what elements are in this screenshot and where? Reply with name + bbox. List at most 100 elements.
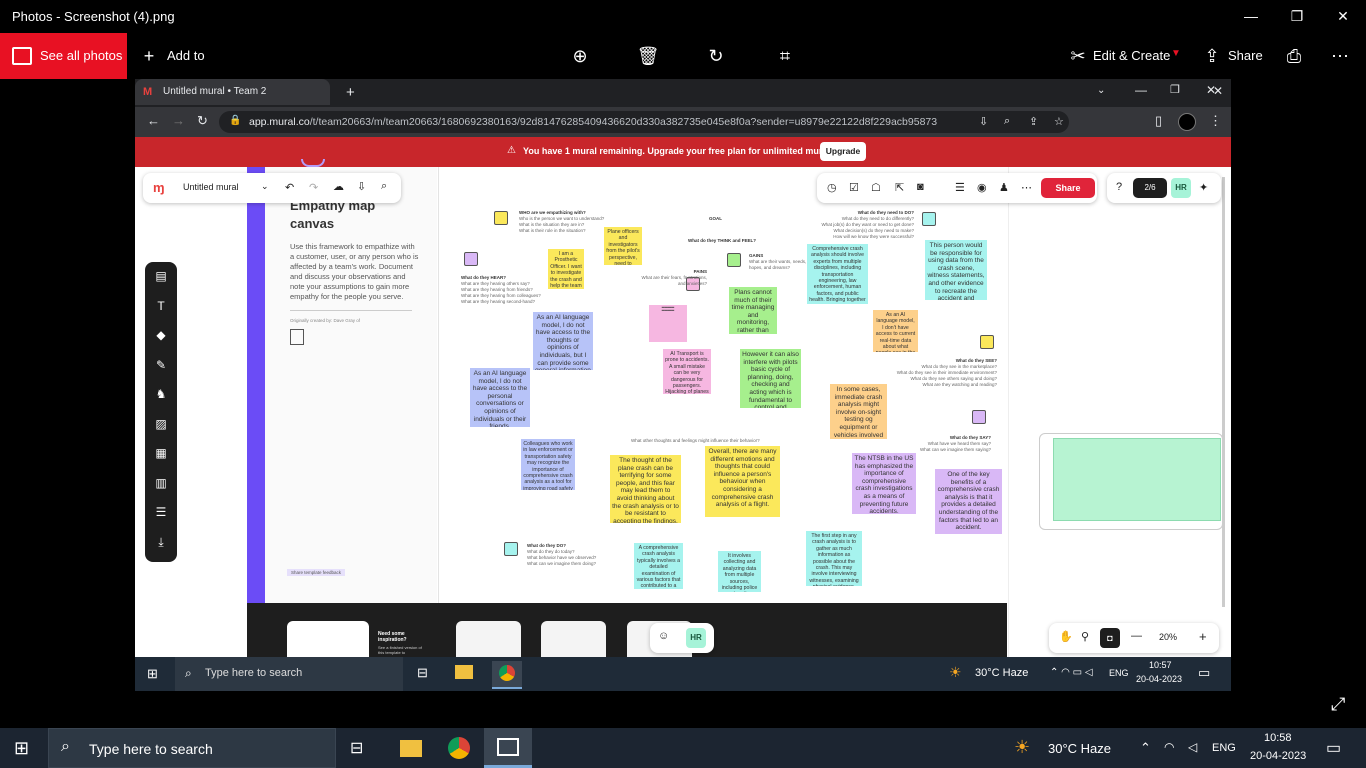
view-mode-icon[interactable]: ◘ xyxy=(1100,628,1120,648)
sticky-note[interactable]: In some cases, immediate crash analysis … xyxy=(830,384,887,439)
taskbar-time[interactable]: 10:58 xyxy=(1264,732,1292,744)
sticky-note[interactable]: Comprehensive crash analysis should invo… xyxy=(807,244,868,304)
print-icon[interactable]: ⎙ xyxy=(1282,44,1306,68)
close-button[interactable]: ✕ xyxy=(1320,0,1366,33)
minimap[interactable] xyxy=(1039,433,1223,530)
sticky-note[interactable]: Colleagues who work in law enforcement o… xyxy=(521,439,575,490)
templates-tool-icon[interactable]: ▥ xyxy=(145,469,177,499)
avatar[interactable]: HR xyxy=(1171,178,1191,198)
share-button[interactable]: Share xyxy=(1228,48,1263,63)
sticky-note[interactable]: As an AI language model, I do not have a… xyxy=(533,312,593,370)
task-view-icon[interactable]: ⊟ xyxy=(350,738,363,758)
sticky-note[interactable]: Overall, there are many different emotio… xyxy=(705,446,780,517)
upload-tool-icon[interactable]: ⤓ xyxy=(145,528,177,558)
sticky-note[interactable]: The NTSB in the US has emphasized the im… xyxy=(852,453,916,514)
upgrade-button[interactable]: Upgrade xyxy=(820,142,866,161)
sticky-note-tool-icon[interactable]: ▤ xyxy=(145,262,177,292)
photos-taskbar-button[interactable] xyxy=(484,728,532,768)
edit-create-icon[interactable]: ✂ xyxy=(1066,44,1090,68)
network-icon[interactable]: ◠ xyxy=(1164,740,1174,754)
comments-icon[interactable]: ◉ xyxy=(977,181,987,194)
activity-icon[interactable]: ◙ xyxy=(917,181,924,193)
rotate-icon[interactable]: ↻ xyxy=(704,44,728,68)
share-button[interactable]: Share xyxy=(1041,178,1095,198)
search-icon[interactable]: ⌕ xyxy=(381,180,387,193)
sticky-note[interactable]: One of the key benefits of a comprehensi… xyxy=(935,469,1002,534)
timer-icon[interactable]: ◷ xyxy=(827,181,837,194)
sticky-note[interactable]: The first step in any crash analysis is … xyxy=(806,531,862,586)
crop-icon[interactable]: ⌗ xyxy=(773,44,797,68)
mural-name[interactable]: Untitled mural xyxy=(183,182,239,192)
taskbar-lang[interactable]: ENG xyxy=(1212,742,1236,754)
sticky-note[interactable]: It involves collecting and analyzing dat… xyxy=(718,551,761,592)
select-icon[interactable]: ⚲ xyxy=(1081,630,1089,643)
sticky-note[interactable]: AI Transport is prone to accidents. A sm… xyxy=(663,349,711,394)
chevron-down-icon[interactable]: ▼ xyxy=(1171,48,1181,59)
bookmark-star-icon[interactable]: ☆ xyxy=(1054,115,1064,128)
draw-tool-icon[interactable]: ✎ xyxy=(145,351,177,381)
shapes-tool-icon[interactable]: ◆ xyxy=(145,321,177,351)
frameworks-tool-icon[interactable]: ▦ xyxy=(145,439,177,469)
windows-start-icon[interactable]: ⊞ xyxy=(14,738,29,759)
chevron-down-icon[interactable]: ⌄ xyxy=(261,181,269,192)
see-all-photos-button[interactable]: See all photos xyxy=(0,33,127,79)
minimap-viewport[interactable] xyxy=(1053,438,1221,521)
laser-pointer-icon[interactable]: ⇱ xyxy=(895,181,904,194)
private-mode-icon[interactable]: ☖ xyxy=(871,181,881,194)
tab-search-icon[interactable]: ⌄ xyxy=(1097,85,1105,96)
sticky-note[interactable]: The thought of the plane crash can be te… xyxy=(610,455,681,523)
emoji-icon[interactable]: ☺ xyxy=(658,630,669,642)
participants-counter[interactable]: 2/6 xyxy=(1133,178,1167,198)
maximize-button[interactable]: ❐ xyxy=(1274,0,1320,33)
cloud-icon[interactable]: ☁ xyxy=(333,180,344,193)
browser-close-icon[interactable]: ✕ xyxy=(1206,83,1216,97)
browser-restore-icon[interactable]: ❐ xyxy=(1170,83,1180,96)
zoom-out-icon[interactable]: — xyxy=(1131,630,1142,642)
browser-tab[interactable]: M Untitled mural • Team 2 ✕ xyxy=(135,79,1223,105)
outline-icon[interactable]: ☰ xyxy=(955,181,965,194)
reload-icon[interactable]: ↻ xyxy=(197,113,208,129)
sticky-note[interactable]: I am a Prosthetic Officer. I want to inv… xyxy=(548,249,584,289)
weather-icon[interactable]: ☀ xyxy=(1014,737,1030,758)
share-template-feedback[interactable]: Share template feedback xyxy=(287,569,346,576)
sidepanel-icon[interactable]: ▯ xyxy=(1155,113,1162,129)
sticky-note[interactable]: Plane officers and investigators from th… xyxy=(604,227,642,265)
mural-workspace[interactable]: Empathy map canvas Use this framework to… xyxy=(135,159,1231,691)
forward-icon[interactable]: → xyxy=(172,113,185,128)
sticky-note[interactable]: This person would be responsible for usi… xyxy=(925,240,987,300)
notification-icon[interactable]: ▭ xyxy=(1326,738,1341,758)
minimize-button[interactable]: — xyxy=(1228,0,1274,33)
taskbar-search-box[interactable]: ⌕ Type here to search xyxy=(48,728,336,768)
speaker-icon[interactable]: ◁ xyxy=(1188,740,1197,754)
sticky-note[interactable]: As an AI language model, I don't have ac… xyxy=(873,310,918,352)
icons-tool-icon[interactable]: ♞ xyxy=(145,380,177,410)
empathy-map-board[interactable]: WHO are we empathizing with? Who is the … xyxy=(438,167,1008,603)
export-icon[interactable]: ⇩ xyxy=(357,180,366,193)
participants-icon[interactable]: ♟ xyxy=(999,181,1009,194)
sticky-note[interactable]: However it can also interfere with pilot… xyxy=(740,349,801,408)
edit-create-button[interactable]: Edit & Create xyxy=(1093,48,1170,63)
browser-minimize-icon[interactable]: — xyxy=(1135,83,1147,97)
outline-tool-icon[interactable]: ☰ xyxy=(145,498,177,528)
zoom-in-icon[interactable]: ⊕ xyxy=(568,44,592,68)
fullscreen-icon[interactable]: ⤢ xyxy=(1331,694,1345,715)
scrollbar[interactable] xyxy=(1222,177,1225,607)
voting-icon[interactable]: ☑ xyxy=(849,181,859,194)
hand-icon[interactable]: ✋ xyxy=(1059,630,1073,643)
show-hidden-icons[interactable]: ⌃ xyxy=(1140,740,1151,756)
taskbar-date[interactable]: 20-04-2023 xyxy=(1250,750,1306,762)
help-icon[interactable]: ? xyxy=(1116,181,1122,193)
ai-sparkle-icon[interactable]: ✦ xyxy=(1199,181,1208,194)
share-page-icon[interactable]: ⇪ xyxy=(1029,115,1038,128)
delete-icon[interactable]: 🗑 xyxy=(636,44,660,68)
profile-avatar[interactable] xyxy=(1178,113,1196,131)
zoom-icon[interactable]: ⌕ xyxy=(1004,115,1010,128)
share-icon[interactable]: ⇪ xyxy=(1200,44,1224,68)
avatar[interactable]: HR xyxy=(686,628,706,648)
download-icon[interactable]: ⇩ xyxy=(979,115,988,128)
zoom-level[interactable]: 20% xyxy=(1159,632,1177,642)
redo-icon[interactable]: ↷ xyxy=(309,181,318,194)
more-icon[interactable]: ⋯ xyxy=(1328,44,1352,68)
add-to-button[interactable]: Add to xyxy=(167,48,205,63)
address-bar[interactable]: 🔒 app.mural.co/t/team20663/m/team20663/1… xyxy=(219,111,1069,133)
